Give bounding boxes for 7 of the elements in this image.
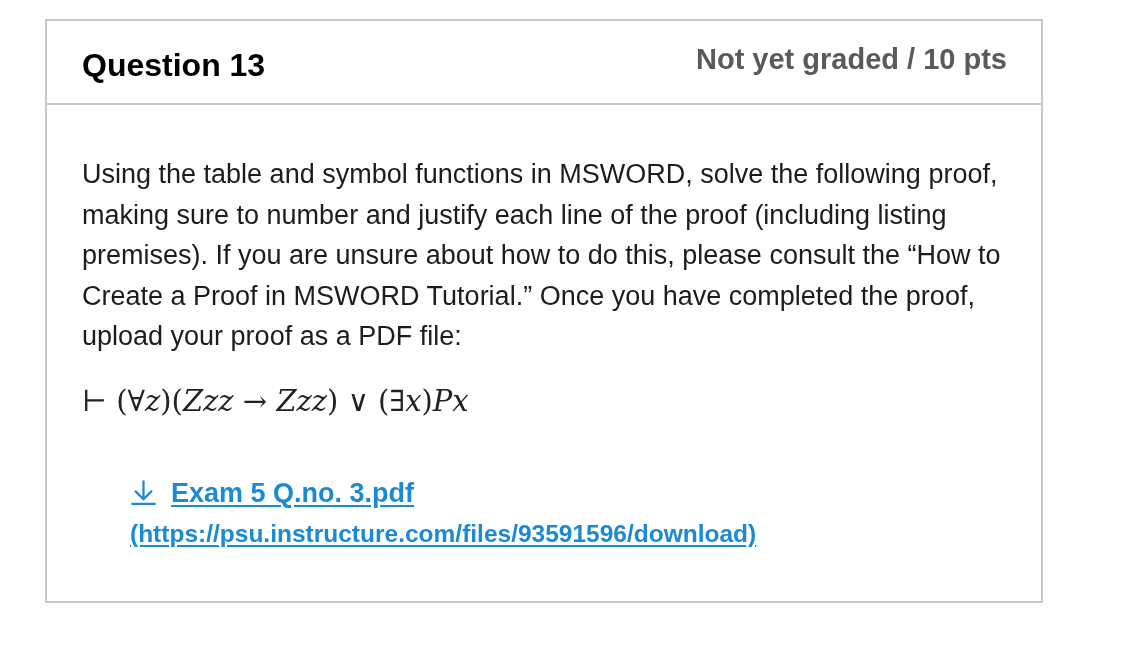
score-text: Not yet graded / 10 pts	[696, 42, 1007, 76]
download-url-link[interactable]: (https://psu.instructure.com/files/93591596/download)	[130, 518, 757, 549]
proof-formula: ⊢ (∀z)(Zzz → Zzz) ∨ (∃x)Px	[82, 382, 469, 419]
attachment-link[interactable]: Exam 5 Q.no. 3.pdf	[130, 475, 415, 510]
question-title: Question 13	[82, 46, 266, 84]
question-prompt: Using the table and symbol functions in MSWORD, solve the following proof, making sure to number and justify each line of the proof (including listing premises). If you are unsure about how to do this, please consult the “How to Create a Proof in MSWORD Tutorial.” Once you have completed the proof, upload your proof as a PDF file:	[82, 158, 1002, 353]
download-icon	[130, 479, 157, 506]
